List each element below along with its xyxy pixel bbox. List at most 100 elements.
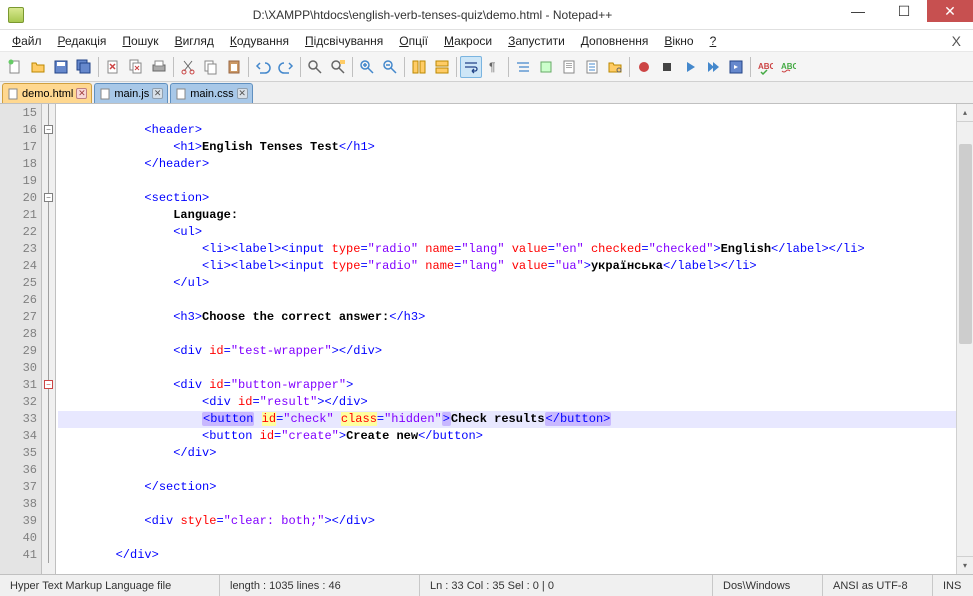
menu-item-9[interactable]: Доповнення — [573, 32, 657, 50]
func-list-button[interactable] — [581, 56, 603, 78]
code-line[interactable]: <header> — [58, 122, 956, 139]
menubar-close-icon[interactable]: X — [944, 33, 969, 49]
code-line[interactable] — [58, 105, 956, 122]
print-button[interactable] — [148, 56, 170, 78]
scrollbar-thumb[interactable] — [959, 144, 972, 344]
status-encoding[interactable]: ANSI as UTF-8 — [823, 575, 933, 596]
cut-button[interactable] — [177, 56, 199, 78]
stop-macro-button[interactable] — [656, 56, 678, 78]
close-all-button[interactable] — [125, 56, 147, 78]
spellcheck-button[interactable]: ABC — [754, 56, 776, 78]
code-line[interactable]: </header> — [58, 156, 956, 173]
save-all-button[interactable] — [73, 56, 95, 78]
code-area[interactable]: <header> <h1>English Tenses Test</h1> </… — [56, 104, 956, 574]
fold-toggle[interactable]: − — [44, 193, 53, 202]
wordwrap-button[interactable] — [460, 56, 482, 78]
code-line[interactable]: <ul> — [58, 224, 956, 241]
code-line[interactable] — [58, 173, 956, 190]
find-button[interactable] — [304, 56, 326, 78]
code-line[interactable] — [58, 462, 956, 479]
undo-button[interactable] — [252, 56, 274, 78]
code-line[interactable]: <div id="button-wrapper"> — [58, 377, 956, 394]
code-line[interactable] — [58, 496, 956, 513]
code-line[interactable]: <div id="test-wrapper"></div> — [58, 343, 956, 360]
tab-close-icon[interactable]: ✕ — [237, 88, 248, 99]
tab-main-css[interactable]: main.css✕ — [170, 83, 252, 103]
show-all-chars-button[interactable]: ¶ — [483, 56, 505, 78]
code-line[interactable] — [58, 530, 956, 547]
window-controls: — ☐ ✕ — [835, 0, 973, 29]
menu-item-3[interactable]: Вигляд — [167, 32, 222, 50]
minimize-button[interactable]: — — [835, 0, 881, 22]
sync-h-button[interactable] — [431, 56, 453, 78]
code-line[interactable]: <li><label><input type="radio" name="lan… — [58, 241, 956, 258]
zoom-in-button[interactable] — [356, 56, 378, 78]
menu-item-4[interactable]: Кодування — [222, 32, 297, 50]
code-line[interactable]: <li><label><input type="radio" name="lan… — [58, 258, 956, 275]
copy-button[interactable] — [200, 56, 222, 78]
editor[interactable]: 1516171819202122232425262728293031323334… — [0, 104, 973, 574]
tab-main-js[interactable]: main.js✕ — [94, 83, 168, 103]
code-line[interactable]: <div style="clear: both;"></div> — [58, 513, 956, 530]
redo-button[interactable] — [275, 56, 297, 78]
code-line[interactable]: <h1>English Tenses Test</h1> — [58, 139, 956, 156]
line-number: 39 — [0, 513, 37, 530]
fold-toggle[interactable]: − — [44, 380, 53, 389]
code-line[interactable]: <div id="result"></div> — [58, 394, 956, 411]
tab-close-icon[interactable]: ✕ — [152, 88, 163, 99]
save-macro-button[interactable] — [725, 56, 747, 78]
maximize-button[interactable]: ☐ — [881, 0, 927, 22]
doc-map-button[interactable] — [558, 56, 580, 78]
play-multi-button[interactable] — [702, 56, 724, 78]
menu-item-5[interactable]: Підсвічування — [297, 32, 391, 50]
file-icon — [175, 88, 187, 100]
code-line[interactable]: <section> — [58, 190, 956, 207]
code-line[interactable]: <button id="create">Create new</button> — [58, 428, 956, 445]
spellcheck-toggle-button[interactable]: ABC — [777, 56, 799, 78]
record-macro-button[interactable] — [633, 56, 655, 78]
code-line[interactable]: Language: — [58, 207, 956, 224]
code-line[interactable]: </section> — [58, 479, 956, 496]
save-button[interactable] — [50, 56, 72, 78]
line-number: 16 — [0, 122, 37, 139]
paste-button[interactable] — [223, 56, 245, 78]
status-eol[interactable]: Dos\Windows — [713, 575, 823, 596]
code-line[interactable] — [58, 292, 956, 309]
fold-gutter[interactable]: − − − — [42, 104, 56, 574]
menu-item-7[interactable]: Макроси — [436, 32, 500, 50]
code-line[interactable]: </div> — [58, 547, 956, 564]
menu-item-1[interactable]: Редакція — [50, 32, 115, 50]
folder-view-button[interactable] — [604, 56, 626, 78]
open-file-button[interactable] — [27, 56, 49, 78]
tab-close-icon[interactable]: ✕ — [76, 88, 87, 99]
fold-toggle[interactable]: − — [44, 125, 53, 134]
code-line[interactable]: </div> — [58, 445, 956, 462]
menu-item-10[interactable]: Вікно — [656, 32, 701, 50]
code-line[interactable] — [58, 360, 956, 377]
sync-v-button[interactable] — [408, 56, 430, 78]
code-line[interactable]: </ul> — [58, 275, 956, 292]
play-macro-button[interactable] — [679, 56, 701, 78]
code-line[interactable]: <h3>Choose the correct answer:</h3> — [58, 309, 956, 326]
new-file-button[interactable] — [4, 56, 26, 78]
menu-item-6[interactable]: Опції — [391, 32, 436, 50]
status-mode[interactable]: INS — [933, 575, 973, 596]
tabbar: demo.html✕main.js✕main.css✕ — [0, 82, 973, 104]
code-line[interactable]: <button id="check" class="hidden">Check … — [58, 411, 956, 428]
line-number: 41 — [0, 547, 37, 564]
line-number: 33 — [0, 411, 37, 428]
menu-item-2[interactable]: Пошук — [114, 32, 166, 50]
close-file-button[interactable] — [102, 56, 124, 78]
menu-item-11[interactable]: ? — [702, 32, 725, 50]
menu-item-8[interactable]: Запустити — [500, 32, 573, 50]
close-button[interactable]: ✕ — [927, 0, 973, 22]
vertical-scrollbar[interactable] — [956, 104, 973, 574]
zoom-out-button[interactable] — [379, 56, 401, 78]
replace-button[interactable] — [327, 56, 349, 78]
code-line[interactable] — [58, 326, 956, 343]
tab-demo-html[interactable]: demo.html✕ — [2, 83, 92, 103]
file-icon — [99, 88, 111, 100]
indent-guide-button[interactable] — [512, 56, 534, 78]
menu-item-0[interactable]: Файл — [4, 32, 50, 50]
udl-button[interactable] — [535, 56, 557, 78]
